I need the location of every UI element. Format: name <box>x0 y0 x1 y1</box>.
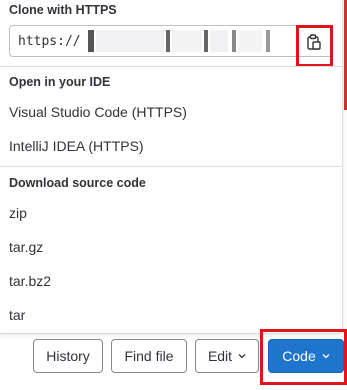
redaction-bar <box>96 30 164 52</box>
open-in-ide-heading: Open in your IDE <box>9 75 111 89</box>
history-button[interactable]: History <box>33 339 103 373</box>
edit-button-label: Edit <box>207 348 233 364</box>
code-dropdown-panel: Clone with HTTPS Open in your IDE Visual… <box>0 0 343 334</box>
redaction-bar <box>166 30 170 52</box>
redaction-bar <box>88 30 94 52</box>
redaction-bar <box>172 30 202 52</box>
find-file-button[interactable]: Find file <box>111 339 187 373</box>
section-divider <box>0 66 342 67</box>
copy-button-highlight <box>296 25 333 67</box>
section-divider <box>0 166 342 167</box>
menu-item-download-tar-gz[interactable]: tar.gz <box>9 239 43 255</box>
redaction-bar <box>210 30 228 52</box>
edit-dropdown-button[interactable]: Edit <box>195 339 259 373</box>
chevron-down-icon <box>238 354 246 359</box>
download-source-heading: Download source code <box>9 176 146 190</box>
find-file-button-label: Find file <box>124 348 174 364</box>
menu-item-intellij-https[interactable]: IntelliJ IDEA (HTTPS) <box>9 138 144 154</box>
menu-item-download-zip[interactable]: zip <box>9 205 27 221</box>
clone-https-heading: Clone with HTTPS <box>9 3 117 17</box>
redaction-bar <box>238 30 262 52</box>
code-button-highlight <box>260 329 347 385</box>
redaction-bar <box>232 30 236 52</box>
redaction-bar <box>204 30 208 52</box>
menu-item-download-tar-bz2[interactable]: tar.bz2 <box>9 273 51 289</box>
menu-item-download-tar[interactable]: tar <box>9 307 25 323</box>
history-button-label: History <box>46 348 90 364</box>
redaction-bar <box>266 30 270 52</box>
menu-item-vscode-https[interactable]: Visual Studio Code (HTTPS) <box>9 104 187 120</box>
clone-url-field <box>9 25 333 57</box>
